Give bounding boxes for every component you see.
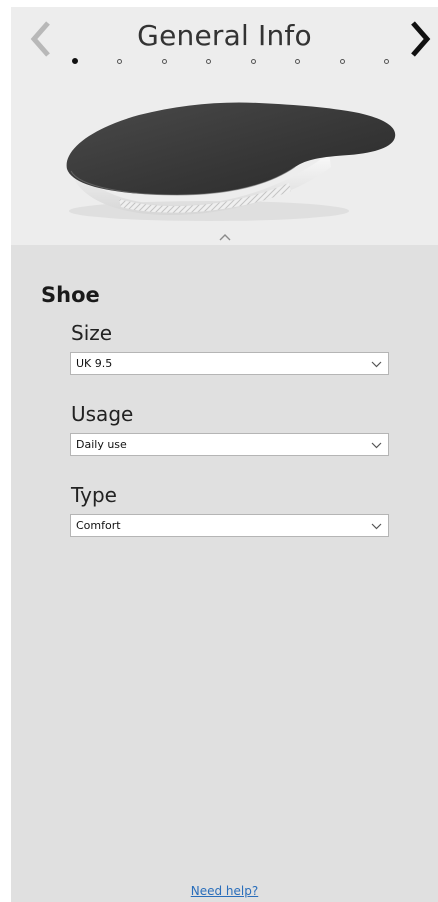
size-label: Size [71, 321, 113, 345]
section-title-shoe: Shoe [41, 283, 100, 307]
chevron-down-icon [371, 523, 382, 530]
chevron-down-icon [371, 442, 382, 449]
step-dot-5[interactable] [251, 59, 256, 64]
step-dot-7[interactable] [340, 59, 345, 64]
step-dot-2[interactable] [117, 59, 122, 64]
type-label: Type [71, 483, 117, 507]
size-select[interactable]: UK 9.5 [70, 352, 389, 375]
step-indicator [11, 55, 438, 69]
insole-image [66, 102, 396, 221]
step-dot-4[interactable] [206, 59, 211, 64]
usage-select-value: Daily use [76, 438, 127, 451]
usage-select[interactable]: Daily use [70, 433, 389, 456]
chevron-down-icon [371, 361, 382, 368]
usage-label: Usage [71, 402, 134, 426]
app-window: General Info Shoe Size UK 9.5 Usage Dail… [11, 7, 438, 902]
need-help-link[interactable]: Need help? [11, 884, 438, 898]
step-dot-8[interactable] [384, 59, 389, 64]
type-select[interactable]: Comfort [70, 514, 389, 537]
type-select-value: Comfort [76, 519, 121, 532]
step-dot-3[interactable] [162, 59, 167, 64]
size-select-value: UK 9.5 [76, 357, 113, 370]
page-title: General Info [137, 19, 312, 52]
collapse-image-button[interactable] [217, 227, 233, 241]
header-panel: General Info [11, 7, 438, 245]
step-dot-1[interactable] [72, 58, 78, 64]
chevron-up-icon [219, 234, 231, 241]
step-dot-6[interactable] [295, 59, 300, 64]
